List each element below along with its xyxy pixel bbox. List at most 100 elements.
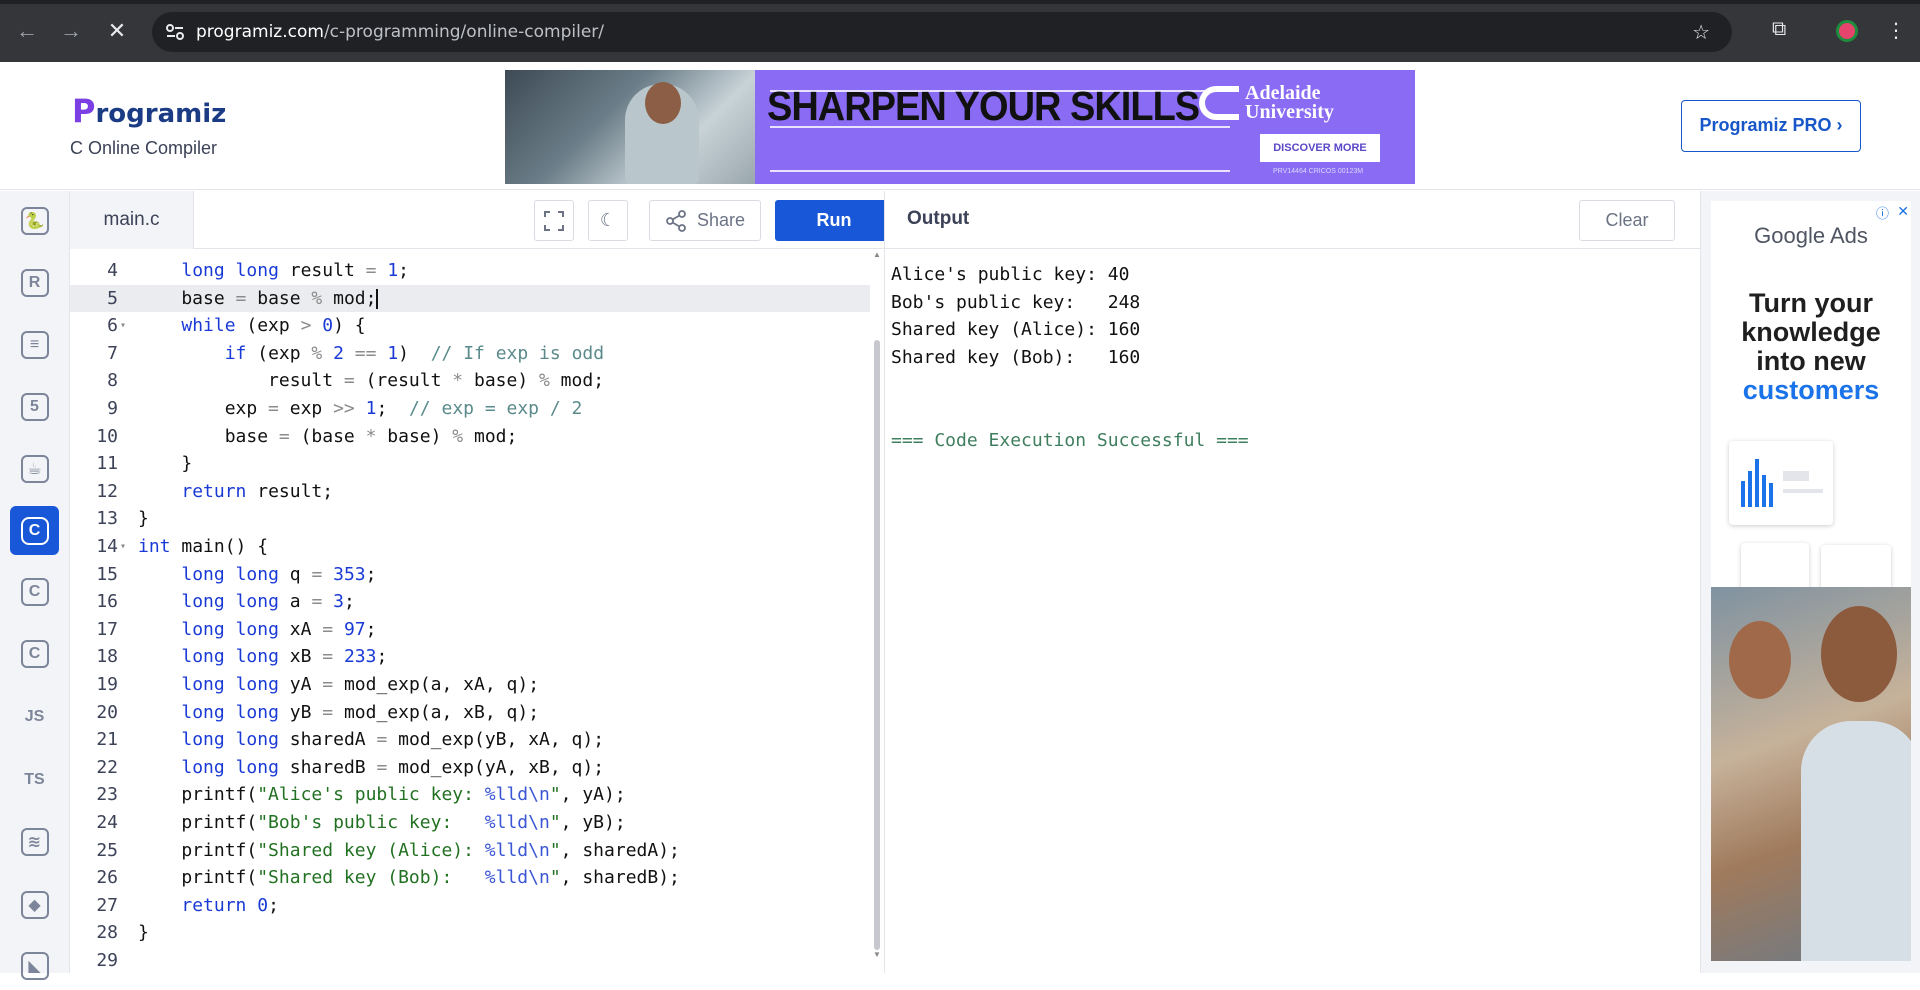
ad-rule-mid <box>770 126 1230 128</box>
page-subtitle: C Online Compiler <box>70 138 218 158</box>
dark-mode-button[interactable]: ☾ <box>588 200 628 241</box>
editor-scrollbar[interactable] <box>874 340 880 950</box>
banner-ad[interactable]: SHARPEN YOUR SKILLS Adelaide University … <box>505 70 1415 184</box>
code-line[interactable]: 15 long long q = 353; <box>70 561 870 589</box>
code-line[interactable]: 26 printf("Shared key (Bob): %lld\n", sh… <box>70 864 870 892</box>
code-line[interactable]: 20 long long yB = mod_exp(a, xB, q); <box>70 699 870 727</box>
bookmark-star-icon[interactable]: ☆ <box>1692 20 1710 45</box>
line-number: 16 <box>96 591 118 613</box>
code-text: base = (base * base) % mod; <box>138 425 518 447</box>
code-editor[interactable]: 4 long long result = 1; 5 base = base % m… <box>70 249 878 973</box>
forward-icon[interactable]: → <box>58 18 84 44</box>
code-text: while (exp > 0) { <box>181 315 366 337</box>
site-settings-icon[interactable] <box>164 21 186 43</box>
extensions-icon[interactable]: ⧉ <box>1772 18 1786 41</box>
code-line[interactable]: 13} <box>70 505 870 533</box>
profile-avatar[interactable] <box>1836 20 1858 42</box>
code-line[interactable]: 25 printf("Shared key (Alice): %lld\n", … <box>70 837 870 865</box>
menu-kebab-icon[interactable]: ⋮ <box>1886 18 1906 43</box>
code-line[interactable]: 12 return result; <box>70 478 870 506</box>
clear-button[interactable]: Clear <box>1579 200 1675 241</box>
sidebar-lang-python[interactable]: 🐍 <box>10 196 59 245</box>
line-number: 21 <box>96 729 118 751</box>
google-ads-logo: Google Ads <box>1754 223 1868 248</box>
code-line[interactable]: 7 if (exp % 2 == 1) // If exp is odd <box>70 340 870 368</box>
sidebar-lang-cpp[interactable]: C <box>10 567 59 616</box>
code-line[interactable]: 22 long long sharedB = mod_exp(yA, xB, q… <box>70 754 870 782</box>
url-text: programiz.com/c-programming/online-compi… <box>196 22 604 42</box>
code-line[interactable]: 16 long long a = 3; <box>70 588 870 616</box>
ad-tagline-line: knowledge <box>1741 317 1881 347</box>
ad-close-icon[interactable]: ✕ <box>1897 203 1909 220</box>
code-line[interactable]: 10 base = (base * base) % mod; <box>70 423 870 451</box>
code-text: exp = exp >> 1; // exp = exp / 2 <box>138 398 583 419</box>
output-line: Shared key (Bob): 160 <box>891 346 1141 368</box>
file-tab-main-c[interactable]: main.c <box>70 191 194 249</box>
scroll-down-arrow-icon[interactable]: ▼ <box>873 950 881 959</box>
sidebar-lang-go[interactable]: ≋ <box>10 817 59 866</box>
sidebar-lang-php[interactable]: ◆ <box>10 880 59 929</box>
code-line[interactable]: 18 long long xB = 233; <box>70 643 870 671</box>
code-line[interactable]: 4 long long result = 1; <box>70 257 870 285</box>
code-line[interactable]: 24 printf("Bob's public key: %lld\n", yB… <box>70 809 870 837</box>
line-number: 23 <box>96 784 118 806</box>
code-text: long long xA = 97; <box>181 618 377 640</box>
swift-icon: ◣ <box>20 951 49 980</box>
output-console[interactable]: Alice's public key: 40 Bob's public key: … <box>884 249 1700 973</box>
sidebar-lang-sql[interactable]: ≡ <box>10 320 59 369</box>
sidebar-lang-swift[interactable]: ◣ <box>10 941 59 990</box>
code-line[interactable]: 23 printf("Alice's public key: %lld\n", … <box>70 781 870 809</box>
sidebar-lang-csharp[interactable]: C <box>10 629 59 678</box>
c-icon: C <box>20 516 49 545</box>
code-line[interactable]: 11 } <box>70 450 870 478</box>
ad-photo <box>505 70 755 184</box>
code-line[interactable]: 28} <box>70 919 870 947</box>
cpp-icon: C <box>20 577 49 606</box>
fold-arrow-icon[interactable]: ▾ <box>120 312 126 340</box>
fullscreen-button[interactable] <box>534 200 574 241</box>
fold-arrow-icon[interactable]: ▾ <box>120 533 126 561</box>
google-ads-creative[interactable]: ⓘ ✕ Google Ads Turn your knowledge into … <box>1711 201 1911 961</box>
site-header: Programiz C Online Compiler SHARPEN YOUR… <box>0 62 1920 190</box>
logo-rest: rogramiz <box>95 99 227 129</box>
code-line[interactable]: 6 ▾ while (exp > 0) { <box>70 312 870 340</box>
programiz-logo[interactable]: Programiz <box>72 92 226 130</box>
code-line[interactable]: 29 <box>70 947 870 975</box>
browser-toolbar: ← → ✕ programiz.com/c-programming/online… <box>0 0 1920 62</box>
university-logo-mark <box>1199 86 1239 120</box>
sidebar-lang-r[interactable]: R <box>10 258 59 307</box>
html-icon: 5 <box>20 392 49 421</box>
code-line[interactable]: 27 return 0; <box>70 892 870 920</box>
code-line[interactable]: 17 long long xA = 97; <box>70 616 870 644</box>
ad-discover-more-button[interactable]: DISCOVER MORE <box>1260 134 1380 162</box>
sidebar-lang-java[interactable]: ☕ <box>10 444 59 493</box>
code-line[interactable]: 21 long long sharedA = mod_exp(yB, xA, q… <box>70 726 870 754</box>
back-icon[interactable]: ← <box>14 18 40 44</box>
code-line[interactable]: 19 long long yA = mod_exp(a, xA, q); <box>70 671 870 699</box>
sidebar-lang-js[interactable]: JS <box>10 692 59 741</box>
sidebar-lang-c[interactable]: C <box>10 506 59 555</box>
code-line[interactable]: 5 base = base % mod; <box>70 284 870 313</box>
code-line[interactable]: 9 exp = exp >> 1; // exp = exp / 2 <box>70 395 870 423</box>
output-toolbar: Output Clear <box>884 191 1700 249</box>
programiz-pro-button[interactable]: Programiz PRO › <box>1681 100 1861 152</box>
execution-status-line: === Code Execution Successful === <box>891 429 1249 451</box>
ad-tagline-highlight: customers <box>1742 375 1880 405</box>
sidebar-lang-ts[interactable]: TS <box>10 755 59 804</box>
stop-loading-icon[interactable]: ✕ <box>104 18 130 44</box>
scroll-up-arrow-icon[interactable]: ▲ <box>873 250 881 259</box>
output-title: Output <box>907 208 970 229</box>
address-bar[interactable]: programiz.com/c-programming/online-compi… <box>152 12 1732 52</box>
code-text: return result; <box>181 480 334 502</box>
line-number: 25 <box>96 839 118 861</box>
line-number: 22 <box>96 756 118 778</box>
go-icon: ≋ <box>20 827 49 856</box>
run-button[interactable]: Run <box>775 200 893 241</box>
code-line[interactable]: 14 ▾ int main() { <box>70 533 870 561</box>
ad-info-icon[interactable]: ⓘ <box>1876 203 1889 222</box>
code-text: if (exp % 2 == 1) // If exp is odd <box>224 342 605 364</box>
code-line[interactable]: 8 result = (result * base) % mod; <box>70 367 870 395</box>
sidebar-lang-html[interactable]: 5 <box>10 382 59 431</box>
code-text: } <box>138 453 193 475</box>
share-button[interactable]: Share <box>649 200 761 241</box>
